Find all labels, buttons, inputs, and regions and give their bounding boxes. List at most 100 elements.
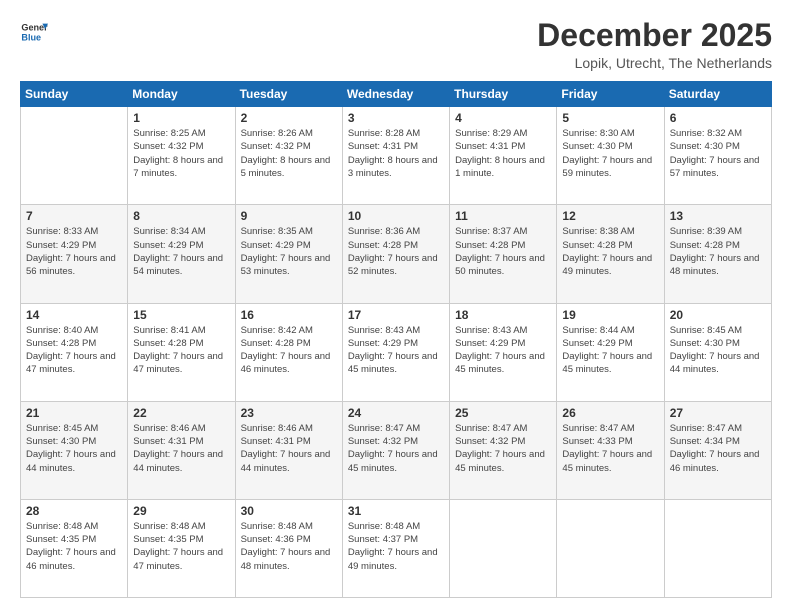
day-info: Sunrise: 8:46 AMSunset: 4:31 PMDaylight:…: [133, 422, 229, 475]
svg-text:Blue: Blue: [21, 32, 41, 42]
logo-icon: General Blue: [20, 18, 48, 46]
day-number: 31: [348, 504, 444, 518]
location: Lopik, Utrecht, The Netherlands: [537, 55, 772, 71]
day-number: 23: [241, 406, 337, 420]
day-number: 15: [133, 308, 229, 322]
day-number: 2: [241, 111, 337, 125]
table-row: 22 Sunrise: 8:46 AMSunset: 4:31 PMDayligh…: [128, 401, 235, 499]
table-row: 9 Sunrise: 8:35 AMSunset: 4:29 PMDaylight…: [235, 205, 342, 303]
day-info: Sunrise: 8:47 AMSunset: 4:33 PMDaylight:…: [562, 422, 658, 475]
day-info: Sunrise: 8:38 AMSunset: 4:28 PMDaylight:…: [562, 225, 658, 278]
calendar-week-4: 28 Sunrise: 8:48 AMSunset: 4:35 PMDayligh…: [21, 499, 772, 597]
table-row: 13 Sunrise: 8:39 AMSunset: 4:28 PMDayligh…: [664, 205, 771, 303]
col-monday: Monday: [128, 82, 235, 107]
col-friday: Friday: [557, 82, 664, 107]
table-row: 5 Sunrise: 8:30 AMSunset: 4:30 PMDaylight…: [557, 107, 664, 205]
table-row: 27Sunrise: 8:47 AMSunset: 4:34 PMDayligh…: [664, 401, 771, 499]
day-number: 20: [670, 308, 766, 322]
table-row: 6 Sunrise: 8:32 AMSunset: 4:30 PMDaylight…: [664, 107, 771, 205]
day-number: 30: [241, 504, 337, 518]
table-row: 28 Sunrise: 8:48 AMSunset: 4:35 PMDayligh…: [21, 499, 128, 597]
day-number: 3: [348, 111, 444, 125]
table-row: 23Sunrise: 8:46 AMSunset: 4:31 PMDayligh…: [235, 401, 342, 499]
table-row: [450, 499, 557, 597]
day-info: Sunrise: 8:28 AMSunset: 4:31 PMDaylight:…: [348, 127, 444, 180]
day-number: 6: [670, 111, 766, 125]
day-number: 17: [348, 308, 444, 322]
day-number: 7: [26, 209, 122, 223]
page: General Blue December 2025 Lopik, Utrech…: [0, 0, 792, 612]
day-number: 18: [455, 308, 551, 322]
day-info: Sunrise: 8:35 AMSunset: 4:29 PMDaylight:…: [241, 225, 337, 278]
table-row: 31 Sunrise: 8:48 AMSunset: 4:37 PMDayligh…: [342, 499, 449, 597]
table-row: 30Sunrise: 8:48 AMSunset: 4:36 PMDayligh…: [235, 499, 342, 597]
calendar-week-2: 14 Sunrise: 8:40 AMSunset: 4:28 PMDayligh…: [21, 303, 772, 401]
table-row: 2 Sunrise: 8:26 AMSunset: 4:32 PMDaylight…: [235, 107, 342, 205]
day-number: 26: [562, 406, 658, 420]
day-number: 11: [455, 209, 551, 223]
day-info: Sunrise: 8:44 AMSunset: 4:29 PMDaylight:…: [562, 324, 658, 377]
col-wednesday: Wednesday: [342, 82, 449, 107]
day-info: Sunrise: 8:32 AMSunset: 4:30 PMDaylight:…: [670, 127, 766, 180]
table-row: 11 Sunrise: 8:37 AMSunset: 4:28 PMDayligh…: [450, 205, 557, 303]
day-number: 1: [133, 111, 229, 125]
day-number: 8: [133, 209, 229, 223]
calendar-week-1: 7 Sunrise: 8:33 AMSunset: 4:29 PMDaylight…: [21, 205, 772, 303]
day-info: Sunrise: 8:48 AMSunset: 4:35 PMDaylight:…: [26, 520, 122, 573]
month-title: December 2025: [537, 18, 772, 53]
day-info: Sunrise: 8:39 AMSunset: 4:28 PMDaylight:…: [670, 225, 766, 278]
table-row: 7 Sunrise: 8:33 AMSunset: 4:29 PMDaylight…: [21, 205, 128, 303]
day-info: Sunrise: 8:40 AMSunset: 4:28 PMDaylight:…: [26, 324, 122, 377]
day-number: 29: [133, 504, 229, 518]
table-row: 18 Sunrise: 8:43 AMSunset: 4:29 PMDayligh…: [450, 303, 557, 401]
table-row: 26 Sunrise: 8:47 AMSunset: 4:33 PMDayligh…: [557, 401, 664, 499]
day-info: Sunrise: 8:42 AMSunset: 4:28 PMDaylight:…: [241, 324, 337, 377]
col-saturday: Saturday: [664, 82, 771, 107]
day-number: 25: [455, 406, 551, 420]
day-number: 28: [26, 504, 122, 518]
table-row: 19 Sunrise: 8:44 AMSunset: 4:29 PMDayligh…: [557, 303, 664, 401]
day-number: 14: [26, 308, 122, 322]
day-number: 19: [562, 308, 658, 322]
day-number: 12: [562, 209, 658, 223]
day-number: 22: [133, 406, 229, 420]
day-number: 13: [670, 209, 766, 223]
day-info: Sunrise: 8:30 AMSunset: 4:30 PMDaylight:…: [562, 127, 658, 180]
day-info: Sunrise: 8:43 AMSunset: 4:29 PMDaylight:…: [455, 324, 551, 377]
day-info: Sunrise: 8:47 AMSunset: 4:32 PMDaylight:…: [348, 422, 444, 475]
col-sunday: Sunday: [21, 82, 128, 107]
table-row: 3 Sunrise: 8:28 AMSunset: 4:31 PMDaylight…: [342, 107, 449, 205]
table-row: 20 Sunrise: 8:45 AMSunset: 4:30 PMDayligh…: [664, 303, 771, 401]
table-row: 16 Sunrise: 8:42 AMSunset: 4:28 PMDayligh…: [235, 303, 342, 401]
col-tuesday: Tuesday: [235, 82, 342, 107]
table-row: [21, 107, 128, 205]
day-number: 9: [241, 209, 337, 223]
table-row: 24Sunrise: 8:47 AMSunset: 4:32 PMDayligh…: [342, 401, 449, 499]
table-row: 25Sunrise: 8:47 AMSunset: 4:32 PMDayligh…: [450, 401, 557, 499]
day-number: 5: [562, 111, 658, 125]
table-row: 4 Sunrise: 8:29 AMSunset: 4:31 PMDaylight…: [450, 107, 557, 205]
calendar-table: Sunday Monday Tuesday Wednesday Thursday…: [20, 81, 772, 598]
day-info: Sunrise: 8:26 AMSunset: 4:32 PMDaylight:…: [241, 127, 337, 180]
day-number: 27: [670, 406, 766, 420]
day-info: Sunrise: 8:48 AMSunset: 4:35 PMDaylight:…: [133, 520, 229, 573]
day-info: Sunrise: 8:33 AMSunset: 4:29 PMDaylight:…: [26, 225, 122, 278]
table-row: 12 Sunrise: 8:38 AMSunset: 4:28 PMDayligh…: [557, 205, 664, 303]
day-info: Sunrise: 8:34 AMSunset: 4:29 PMDaylight:…: [133, 225, 229, 278]
day-info: Sunrise: 8:43 AMSunset: 4:29 PMDaylight:…: [348, 324, 444, 377]
day-info: Sunrise: 8:48 AMSunset: 4:37 PMDaylight:…: [348, 520, 444, 573]
table-row: 21Sunrise: 8:45 AMSunset: 4:30 PMDayligh…: [21, 401, 128, 499]
day-info: Sunrise: 8:29 AMSunset: 4:31 PMDaylight:…: [455, 127, 551, 180]
calendar-week-0: 1Sunrise: 8:25 AMSunset: 4:32 PMDaylight…: [21, 107, 772, 205]
day-number: 16: [241, 308, 337, 322]
day-info: Sunrise: 8:41 AMSunset: 4:28 PMDaylight:…: [133, 324, 229, 377]
calendar-header-row: Sunday Monday Tuesday Wednesday Thursday…: [21, 82, 772, 107]
table-row: 17 Sunrise: 8:43 AMSunset: 4:29 PMDayligh…: [342, 303, 449, 401]
title-block: December 2025 Lopik, Utrecht, The Nether…: [537, 18, 772, 71]
table-row: 1Sunrise: 8:25 AMSunset: 4:32 PMDaylight…: [128, 107, 235, 205]
logo: General Blue: [20, 18, 48, 46]
day-info: Sunrise: 8:37 AMSunset: 4:28 PMDaylight:…: [455, 225, 551, 278]
day-info: Sunrise: 8:36 AMSunset: 4:28 PMDaylight:…: [348, 225, 444, 278]
day-info: Sunrise: 8:45 AMSunset: 4:30 PMDaylight:…: [670, 324, 766, 377]
day-number: 4: [455, 111, 551, 125]
